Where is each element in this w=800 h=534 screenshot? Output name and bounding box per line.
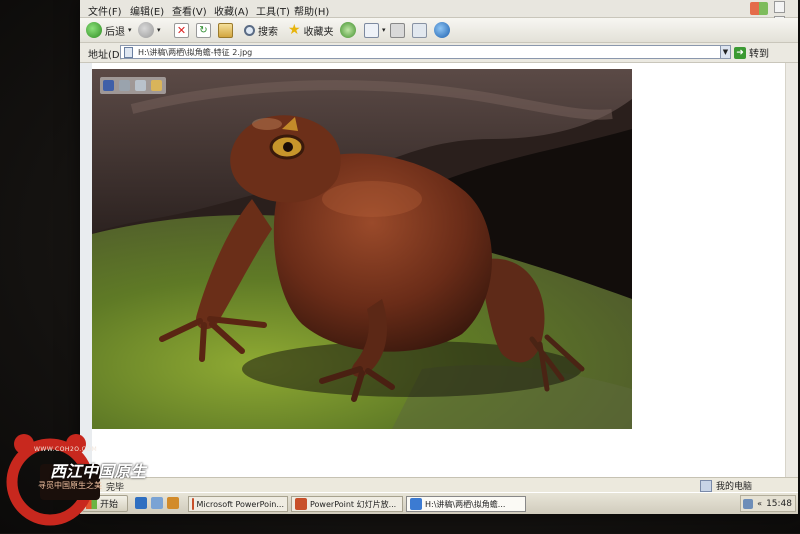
- refresh-icon: ↻: [196, 22, 211, 38]
- standard-toolbar: 后退 ▾ ▾ ✕ ↻ 搜索 ★ 收藏夹 ▾: [80, 18, 798, 43]
- favorites-button[interactable]: ★ 收藏夹: [288, 21, 334, 39]
- address-label: 地址(D): [88, 50, 124, 61]
- go-label: 转到: [749, 49, 769, 60]
- task-label: H:\讲稿\两栖\拟角蟾...: [425, 499, 506, 509]
- window-controls: [774, 1, 796, 28]
- home-icon: [218, 22, 233, 38]
- projected-screen: 文件(F) 编辑(E) 查看(V) 收藏(A) 工具(T) 帮助(H) 后退 ▾…: [80, 0, 798, 514]
- watermark-title: 西江中国原生: [50, 462, 147, 481]
- history-icon: [340, 22, 356, 38]
- go-arrow-icon: ➜: [734, 46, 746, 59]
- mail-image-icon[interactable]: [135, 80, 146, 91]
- task-slideshow[interactable]: PowerPoint 幻灯片放...: [291, 496, 403, 512]
- edit-button[interactable]: [412, 21, 427, 39]
- status-bar: 完毕 我的电脑: [80, 477, 798, 493]
- task-label: PowerPoint 幻灯片放...: [310, 499, 397, 509]
- address-value: H:\讲稿\两栖\拟角蟾-特征 2.jpg: [138, 48, 253, 57]
- forward-arrow-icon: [138, 22, 154, 38]
- ie-icon: [410, 498, 422, 510]
- watermark-url: WWW.COH2O.COM: [34, 446, 98, 453]
- back-button[interactable]: 后退 ▾: [86, 21, 132, 39]
- security-zone: 我的电脑: [700, 479, 752, 492]
- print-image-icon[interactable]: [119, 80, 130, 91]
- task-image-viewer[interactable]: H:\讲稿\两栖\拟角蟾...: [406, 496, 526, 512]
- menu-edit[interactable]: 编辑(E): [130, 3, 164, 18]
- menu-favorites[interactable]: 收藏(A): [214, 3, 249, 18]
- address-bar: 地址(D) H:\讲稿\两栖\拟角蟾-特征 2.jpg ▼ ➜ 转到: [80, 43, 798, 63]
- powerpoint-icon: [295, 498, 307, 510]
- print-icon: [390, 22, 405, 38]
- frog-photo[interactable]: [92, 69, 632, 429]
- zone-label: 我的电脑: [716, 482, 753, 492]
- search-label: 搜索: [258, 26, 278, 38]
- menu-file[interactable]: 文件(F): [88, 3, 122, 18]
- powerpoint-icon: [192, 498, 194, 510]
- favorites-label: 收藏夹: [303, 26, 334, 38]
- chevron-down-icon: ▾: [157, 26, 161, 34]
- edit-icon: [412, 22, 427, 38]
- watermark-subtitle: 寻觅中国原生之美: [38, 481, 102, 490]
- back-arrow-icon: [86, 22, 102, 38]
- page-content: [92, 63, 798, 477]
- clock: 15:48: [766, 498, 792, 509]
- menu-tools[interactable]: 工具(T): [256, 3, 290, 18]
- folder-icon[interactable]: [151, 80, 162, 91]
- computer-icon: [700, 479, 712, 492]
- vertical-scrollbar[interactable]: [785, 63, 798, 477]
- taskbar: 开始 Microsoft PowerPoin... PowerPoint 幻灯片…: [80, 492, 798, 514]
- mail-icon: [364, 22, 379, 38]
- forward-button[interactable]: ▾: [138, 21, 161, 39]
- refresh-button[interactable]: ↻: [196, 21, 211, 39]
- image-toolbar: [100, 77, 166, 94]
- history-button[interactable]: [340, 21, 356, 39]
- ie-icon: [434, 22, 450, 38]
- restore-button[interactable]: [774, 1, 785, 13]
- system-tray: « 15:48: [740, 495, 796, 512]
- windows-logo-icon: [750, 2, 768, 15]
- search-icon: [244, 24, 255, 36]
- menu-help[interactable]: 帮助(H): [294, 3, 329, 18]
- star-icon: ★: [288, 22, 301, 38]
- address-dropdown-button[interactable]: ▼: [720, 45, 731, 59]
- address-input[interactable]: H:\讲稿\两栖\拟角蟾-特征 2.jpg: [120, 45, 730, 59]
- home-button[interactable]: [218, 21, 233, 39]
- watermark-logo: WWW.COH2O.COM 西江中国原生 寻觅中国原生之美: [4, 420, 174, 530]
- frog-photo-image: [92, 69, 632, 429]
- mail-button[interactable]: ▾: [364, 21, 386, 39]
- ie-button[interactable]: [434, 21, 450, 39]
- menu-view[interactable]: 查看(V): [172, 3, 207, 18]
- chevron-down-icon: ▾: [382, 26, 386, 34]
- stop-icon: ✕: [174, 22, 189, 38]
- task-label: Microsoft PowerPoin...: [196, 499, 285, 509]
- search-button[interactable]: 搜索: [244, 21, 278, 39]
- go-button[interactable]: ➜ 转到: [734, 45, 769, 60]
- print-button[interactable]: [390, 21, 405, 39]
- network-icon[interactable]: [743, 498, 754, 509]
- tray-chevron-icon[interactable]: «: [757, 499, 762, 508]
- stop-button[interactable]: ✕: [174, 21, 189, 39]
- back-label: 后退: [105, 26, 125, 38]
- document-icon: [124, 47, 133, 58]
- save-image-icon[interactable]: [103, 80, 114, 91]
- chevron-down-icon: ▾: [128, 26, 132, 34]
- menu-bar: 文件(F) 编辑(E) 查看(V) 收藏(A) 工具(T) 帮助(H): [80, 0, 798, 28]
- task-powerpoint[interactable]: Microsoft PowerPoin...: [188, 496, 288, 512]
